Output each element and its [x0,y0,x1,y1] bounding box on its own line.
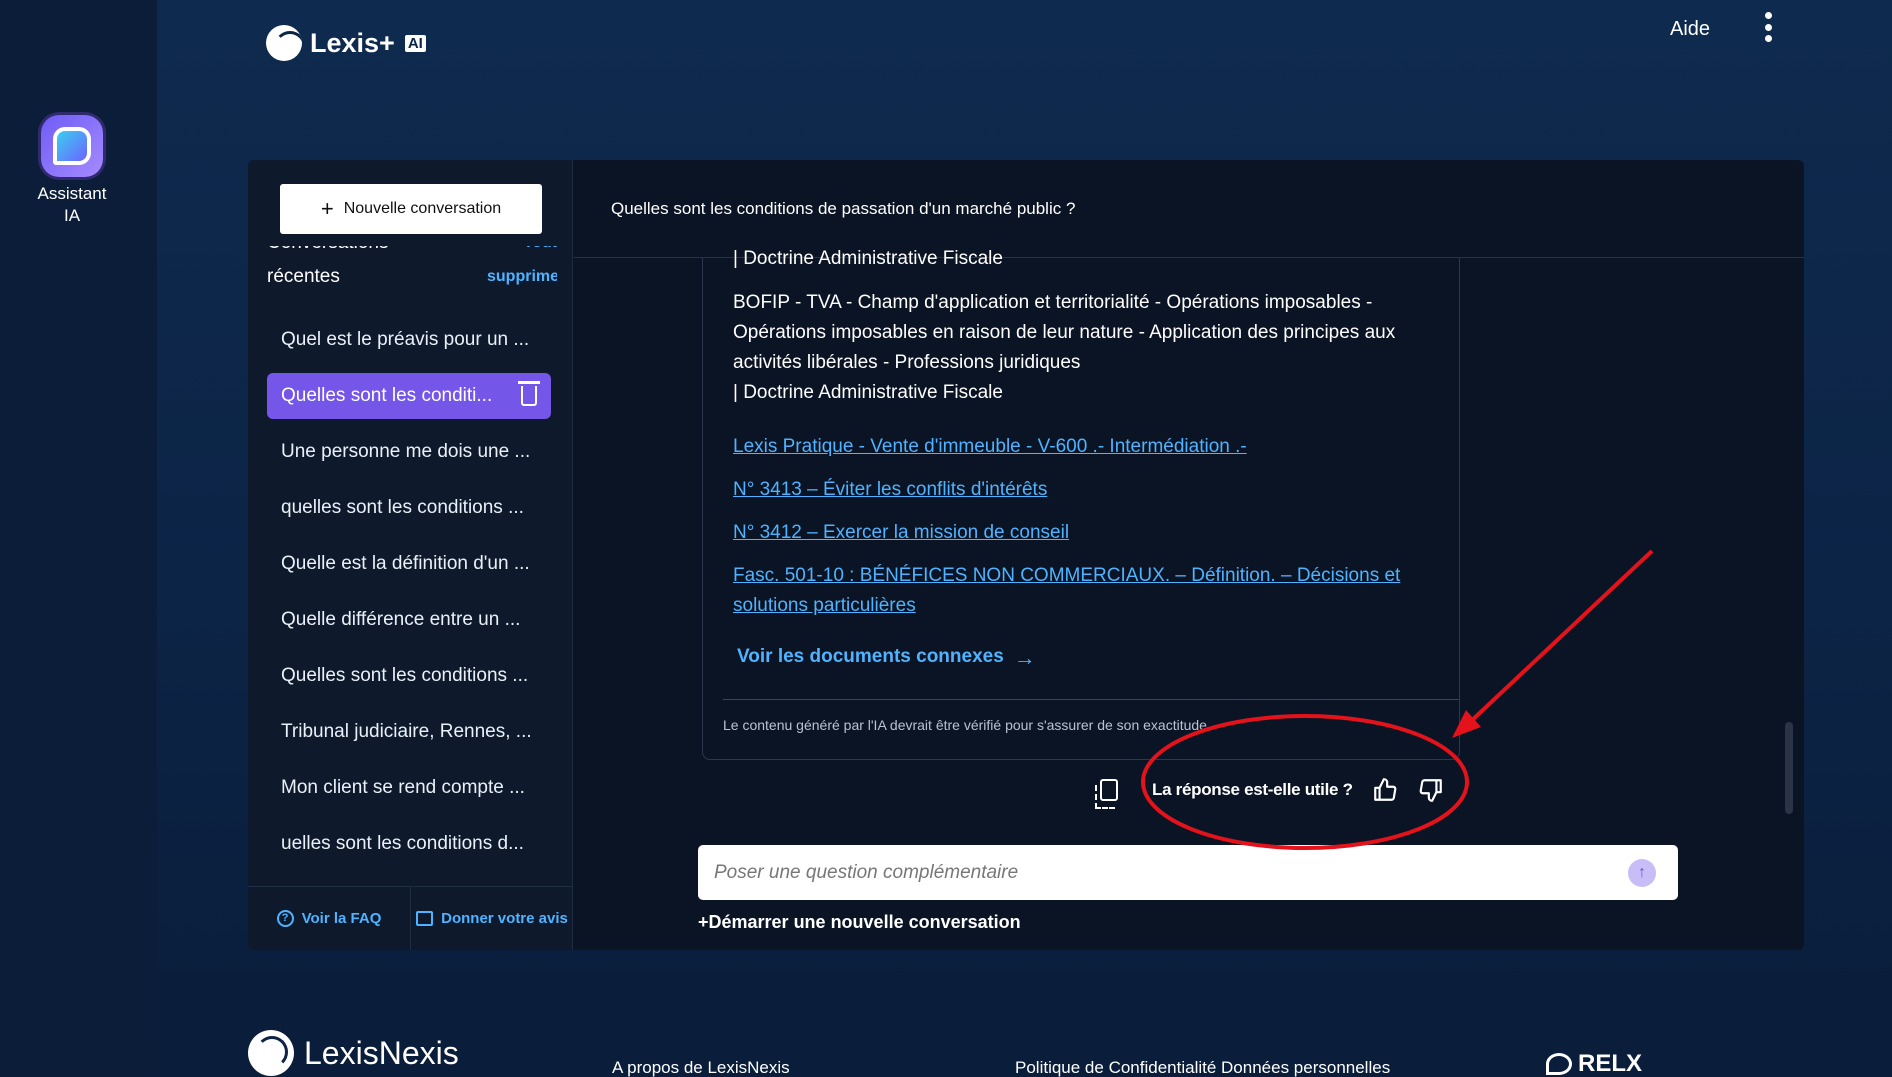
delete-all-button[interactable]: Tout supprimer [487,246,557,294]
list-item[interactable]: uelles sont les conditions d... [267,821,551,867]
question-header: Quelles sont les conditions de passation… [574,160,1804,258]
trash-icon[interactable] [518,381,540,406]
lexis-logo-icon [266,25,302,61]
list-item-label: Quelles sont les conditi... [281,385,493,406]
logo-text: Lexis+ [310,27,395,58]
conversation-list: Quel est le préavis pour un ... Quelles … [267,317,551,877]
list-item-active[interactable]: Quelles sont les conditi... [267,373,551,419]
list-item[interactable]: quelles sont les conditions ... [267,485,551,531]
relx-logo-icon [1546,1053,1572,1075]
faq-label: Voir la FAQ [301,910,382,927]
reference-title: BOFIP - TVA - Champ d'application et ter… [733,292,1396,373]
sidebar-footer: ? Voir la FAQ Donner votre avis [248,886,573,950]
list-item[interactable]: Mon client se rend compte ... [267,765,551,811]
footer-privacy-link[interactable]: Politique de Confidentialité Données per… [1015,1058,1390,1077]
feedback-icon [416,911,434,926]
thumbs-up-icon[interactable] [1371,776,1399,804]
list-item[interactable]: Tribunal judiciaire, Rennes, ... [267,709,551,755]
list-item[interactable]: Quelles sont les conditions ... [267,653,551,699]
faq-link[interactable]: ? Voir la FAQ [248,887,410,950]
list-item[interactable]: Une personne me dois une ... [267,429,551,475]
feedback-question: La réponse est-elle utile ? [1152,780,1353,799]
help-link[interactable]: Aide [1670,18,1710,41]
answer-card: | Doctrine Administrative Fiscale BOFIP … [702,248,1460,760]
plus-icon: + [320,196,334,221]
source-link[interactable]: Lexis Pratique - Vente d'immeuble - V-60… [733,432,1423,462]
relx-text: RELX [1578,1050,1643,1077]
left-rail: Assistant IA [0,0,157,1077]
related-documents-label: Voir les documents connexes [737,646,1004,667]
list-item[interactable]: Quel est le préavis pour un ... [267,317,551,363]
help-circle-icon: ? [276,910,294,927]
app-logo[interactable]: Lexis+ AI [266,25,426,61]
copy-icon[interactable] [1095,779,1118,809]
source-link[interactable]: N° 3413 – Éviter les conflits d'intérêts [733,475,1423,505]
relx-logo: RELX [1546,1050,1642,1077]
footer-brand: LexisNexis [304,1034,459,1071]
followup-input-box: ↑ [698,845,1678,900]
rail-label: Assistant IA [37,184,107,225]
ai-disclaimer: Le contenu généré par l'IA devrait être … [723,717,1211,733]
recent-header: Conversations récentes Tout supprimer [267,246,557,306]
footer-about-link[interactable]: A propos de LexisNexis [612,1058,790,1077]
conversation-sidebar: + Nouvelle conversation Conversations ré… [248,160,573,950]
card-divider [723,699,1459,700]
reference-source: | Doctrine Administrative Fiscale [733,382,1003,403]
feedback-bar: La réponse est-elle utile ? [1095,766,1445,814]
chat-main: Quelles sont les conditions de passation… [574,160,1804,950]
logo-ai-badge: AI [404,34,426,52]
source-link[interactable]: N° 3412 – Exercer la mission de conseil [733,518,1423,548]
reference-text: BOFIP - TVA - Champ d'application et ter… [733,288,1423,408]
give-feedback-link[interactable]: Donner votre avis [410,887,573,950]
kebab-menu-icon[interactable] [1760,12,1776,42]
assistant-ai-icon [41,115,103,177]
lexisnexis-logo-icon [248,1030,294,1076]
new-conversation-label: Nouvelle conversation [343,200,502,217]
arrow-right-icon: → [1013,644,1036,670]
scrollbar-thumb[interactable] [1785,722,1793,814]
chat-panel: + Nouvelle conversation Conversations ré… [248,160,1804,950]
footer-logo[interactable]: LexisNexis [248,1030,459,1076]
list-item[interactable]: Quelle est la définition d'un ... [267,541,551,587]
new-conversation-button[interactable]: + Nouvelle conversation [280,184,542,234]
related-documents-link[interactable]: Voir les documents connexes → [737,646,1036,668]
give-feedback-label: Donner votre avis [441,910,568,927]
recent-title: Conversations récentes [267,246,388,287]
start-new-conversation-link[interactable]: +Démarrer une nouvelle conversation [698,912,1021,933]
followup-input[interactable] [714,845,1594,900]
clipped-source-line: | Doctrine Administrative Fiscale [733,248,1003,269]
send-arrow-icon[interactable]: ↑ [1628,859,1656,887]
source-link[interactable]: Fasc. 501-10 : BÉNÉFICES NON COMMERCIAUX… [733,561,1423,621]
list-item[interactable]: Quelle différence entre un ... [267,597,551,643]
assistant-ia-button[interactable]: Assistant IA [26,115,118,227]
thumbs-down-icon[interactable] [1417,776,1445,804]
